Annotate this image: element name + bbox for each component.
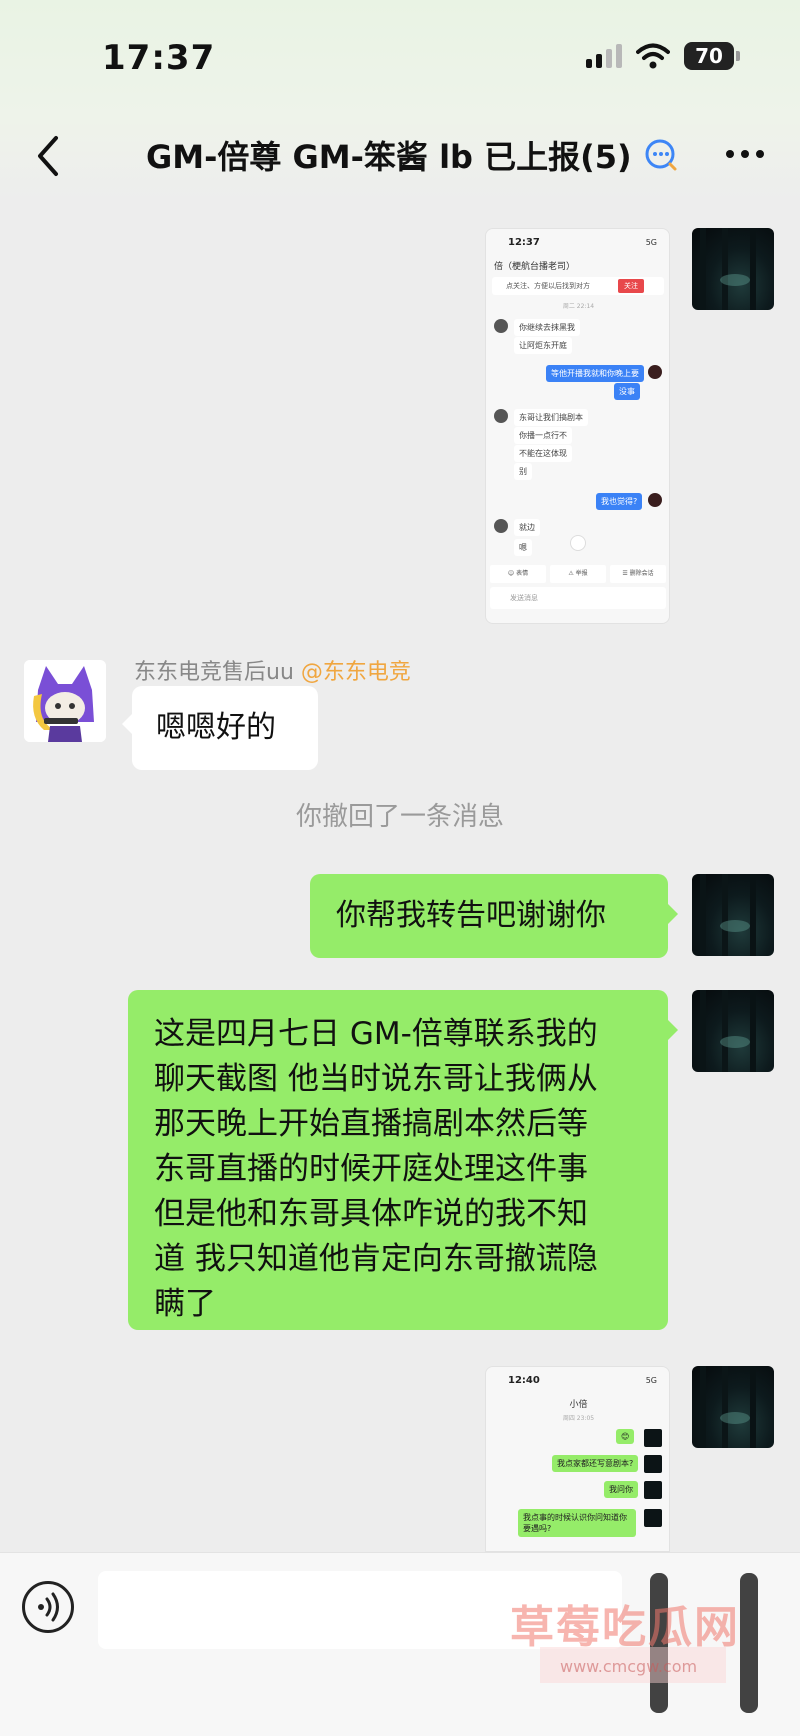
sender-tag: @东东电竞 xyxy=(300,660,411,685)
voice-input-button[interactable] xyxy=(22,1581,74,1633)
thumb-msg-green: 我点事的时候认识你问知道你要遇吗? xyxy=(518,1509,636,1537)
thumb-avatar xyxy=(494,519,508,533)
thumb-avatar xyxy=(644,1429,662,1447)
thumb-time: 12:37 xyxy=(508,237,540,248)
chat-bubble-icon xyxy=(645,139,677,171)
sent-message-long[interactable]: 这是四月七日 GM-倍尊联系我的 聊天截图 他当时说东哥让我俩从 那天晚上开始直… xyxy=(128,990,678,1330)
thumb-scroll-down-icon xyxy=(570,535,586,551)
thumb-tab: ☺ 表情 xyxy=(490,565,546,583)
thumb-avatar xyxy=(644,1509,662,1527)
wifi-icon xyxy=(636,43,670,69)
thumb-title: 小倍 xyxy=(569,1400,588,1410)
thumb-msg-green: 我问你 xyxy=(604,1481,638,1498)
message-line: 聊天截图 他当时说东哥让我俩从 xyxy=(154,1061,598,1097)
message-line: 道 我只知道他肯定向东哥撤谎隐 xyxy=(154,1241,598,1277)
sender-name: 东东电竞售后uu @东东电竞 xyxy=(134,654,411,686)
received-message[interactable]: 嗯嗯好的 xyxy=(122,686,318,770)
signal-icon xyxy=(586,44,622,68)
thumb-msg-blue: 等他开播我就和你晚上要 xyxy=(546,365,644,382)
thumb-notice-bar: 点关注、方便以后找到对方 关注 xyxy=(492,277,664,295)
thumb-msg: 就边 xyxy=(514,519,540,536)
thumb-follow-button: 关注 xyxy=(618,279,644,293)
status-time: 17:37 xyxy=(102,38,216,78)
message-line: 瞒了 xyxy=(154,1286,216,1322)
thumb-date: 周二 22:14 xyxy=(562,303,595,310)
thumb-msg: 让阿炬东开庭 xyxy=(514,337,572,354)
thumb-notice: 点关注、方便以后找到对方 xyxy=(506,282,590,290)
thumb-avatar xyxy=(648,493,662,507)
thumb-avatar xyxy=(644,1455,662,1473)
thumb-date: 周四 23:05 xyxy=(562,1415,595,1422)
watermark-url: www.cmcgw.com xyxy=(560,1657,698,1676)
back-arrow-icon[interactable] xyxy=(28,128,68,184)
cat-avatar-icon xyxy=(24,660,106,742)
sent-message[interactable]: 你帮我转告吧谢谢你 xyxy=(310,874,678,958)
thumb-tab: ⚠ 举报 xyxy=(550,565,606,583)
other-avatar[interactable] xyxy=(24,660,106,742)
thumb-input-placeholder: 发送消息 xyxy=(510,594,538,602)
thumb-msg-blue: 我也觉得? xyxy=(596,493,643,510)
input-bar: 草莓吃瓜网 www.cmcgw.com xyxy=(0,1552,800,1736)
watermark-text: 草莓吃瓜网 xyxy=(510,1602,740,1653)
screenshot-image-1[interactable]: 12:37 5G 倍（梗航台播老司） 点关注、方便以后找到对方 关注 周二 22… xyxy=(485,228,670,624)
thumb-msg: 不能在这体现 xyxy=(514,445,572,462)
thumb-tabs: ☺ 表情 ⚠ 举报 ☰ 删除会话 xyxy=(490,565,666,583)
battery-icon: 70 xyxy=(684,42,740,70)
message-line: 东哥直播的时候开庭处理这件事 xyxy=(154,1151,588,1187)
more-options-icon[interactable] xyxy=(726,150,764,158)
thumb-msg: 你播一点行不 xyxy=(514,427,572,444)
message-line: 但是他和东哥具体咋说的我不知 xyxy=(154,1196,588,1232)
my-avatar[interactable] xyxy=(692,990,774,1072)
thumb-title: 倍（梗航台播老司） xyxy=(494,262,576,272)
thumb-msg: 东哥让我们搞剧本 xyxy=(514,409,588,426)
thumb-msg-green: 😊 xyxy=(616,1429,635,1444)
my-avatar[interactable] xyxy=(692,1366,774,1448)
status-icons: 70 xyxy=(586,42,740,70)
sender-name-text: 东东电竞售后uu xyxy=(134,660,294,685)
thumb-avatar xyxy=(494,319,508,333)
thumb-msg-green: 我点家都还写意剧本? xyxy=(552,1455,639,1472)
my-avatar[interactable] xyxy=(692,228,774,310)
add-button[interactable] xyxy=(740,1573,758,1713)
voice-icon xyxy=(38,1592,59,1622)
message-line: 那天晚上开始直播搞剧本然后等 xyxy=(154,1106,588,1142)
thumb-avatar xyxy=(494,409,508,423)
thumb-msg: 你继续去抹黑我 xyxy=(514,319,580,336)
thumb-avatar xyxy=(648,365,662,379)
thumb-input-bar: 发送消息 xyxy=(490,587,666,609)
thumb-status: 5G xyxy=(645,1376,657,1385)
recalled-notice: 你撤回了一条消息 xyxy=(295,802,504,832)
chat-title: GM-倍尊 GM-笨酱 lb 已上报(5) xyxy=(146,138,632,176)
my-avatar[interactable] xyxy=(692,874,774,956)
screenshot-image-2[interactable]: 12:40 5G 小倍 周四 23:05 😊 我点家都还写意剧本? 我问你 我点… xyxy=(485,1366,670,1552)
thumb-msg-blue: 没事 xyxy=(614,383,640,400)
thumb-time: 12:40 xyxy=(508,1375,540,1386)
thumb-avatar xyxy=(644,1481,662,1499)
thumb-tab: ☰ 删除会话 xyxy=(610,565,666,583)
message-line: 这是四月七日 GM-倍尊联系我的 xyxy=(154,1016,598,1052)
thumb-msg: 嗯 xyxy=(514,539,532,556)
thumb-msg: 别 xyxy=(514,463,532,480)
thumb-status: 5G xyxy=(645,238,657,247)
